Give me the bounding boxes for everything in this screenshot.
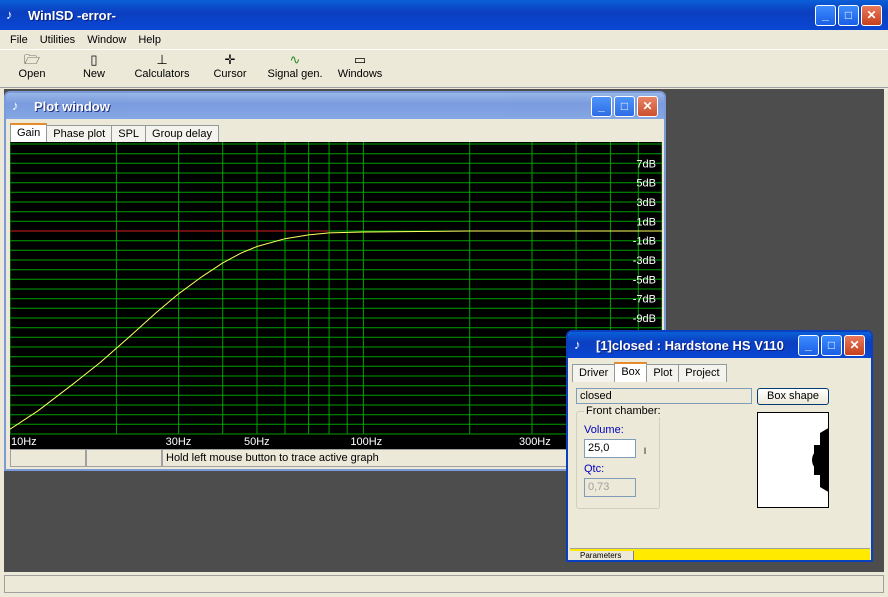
plot-minimize-button[interactable]: _: [591, 95, 612, 117]
y-tick-label: -9dB: [633, 313, 656, 325]
plot-status-cell-1: [10, 449, 86, 467]
app-icon: ♪: [6, 7, 13, 22]
maximize-button[interactable]: □: [838, 4, 859, 26]
window-icon: ▭: [353, 52, 367, 67]
new-document-icon: ▯: [90, 52, 98, 67]
menu-utilities[interactable]: Utilities: [34, 34, 81, 46]
tab-driver[interactable]: Driver: [572, 364, 616, 382]
calculators-button[interactable]: ⊥ Calculators: [132, 50, 192, 80]
windows-button[interactable]: ▭ Windows: [336, 50, 384, 80]
dialog-close-button[interactable]: ✕: [844, 334, 865, 356]
x-tick-label: 30Hz: [166, 436, 192, 448]
tab-gain[interactable]: Gain: [10, 123, 48, 143]
main-status-bar: [4, 575, 884, 593]
toolbar: 🗁 Open ▯ New ⊥ Calculators ✛ Cursor ∿ Signal …: [0, 50, 888, 88]
close-button[interactable]: ✕: [861, 4, 882, 26]
dialog-maximize-button[interactable]: □: [821, 334, 842, 356]
tab-plot[interactable]: Plot: [646, 364, 680, 382]
plot-tabs: Gain Phase plot SPL Group delay: [6, 119, 664, 143]
dialog-footer: Parameters: [570, 548, 870, 560]
dialog-tabs: Driver Box Plot Project: [568, 358, 871, 382]
qtc-input: 0,73: [584, 478, 636, 497]
new-button[interactable]: ▯ New: [70, 50, 118, 80]
menu-file[interactable]: File: [4, 34, 34, 46]
x-tick-label: 10Hz: [11, 436, 37, 448]
plot-status-cell-2: [86, 449, 162, 467]
tab-group-delay[interactable]: Group delay: [145, 125, 219, 143]
tab-spl[interactable]: SPL: [111, 125, 147, 143]
tab-phase-plot[interactable]: Phase plot: [46, 125, 113, 143]
x-tick-label: 300Hz: [519, 436, 551, 448]
plot-status-bar: Hold left mouse button to trace active g…: [10, 449, 662, 467]
y-tick-label: 3dB: [636, 197, 656, 209]
gain-curve: [10, 230, 662, 430]
volume-input[interactable]: 25,0: [584, 439, 636, 458]
speaker-icon: [812, 428, 828, 492]
dialog-minimize-button[interactable]: _: [798, 334, 819, 356]
parameters-tab[interactable]: Parameters: [570, 551, 634, 560]
menu-help[interactable]: Help: [132, 34, 167, 46]
y-tick-label: 1dB: [636, 216, 656, 228]
dialog-title: [1]closed : Hardstone HS V110: [596, 337, 784, 353]
main-title-bar: ♪ WinISD -error- _ □ ✕: [0, 0, 888, 30]
y-tick-label: 7dB: [636, 158, 656, 170]
dialog-icon: ♪: [574, 337, 581, 352]
app-title: WinISD -error-: [28, 7, 116, 23]
x-tick-label: 100Hz: [350, 436, 382, 448]
cursor-button[interactable]: ✛ Cursor: [206, 50, 254, 80]
x-tick-label: 50Hz: [244, 436, 270, 448]
gain-plot[interactable]: 7dB5dB3dB1dB-1dB-3dB-5dB-7dB-9dB-11dB-13…: [10, 142, 662, 449]
open-folder-icon: 🗁: [23, 52, 41, 67]
calculator-icon: ⊥: [156, 52, 168, 67]
plot-window-title-bar[interactable]: ♪ Plot window _ □ ✕: [6, 93, 664, 119]
menu-bar: File Utilities Window Help: [0, 30, 888, 50]
y-tick-label: 5dB: [636, 178, 656, 190]
dialog-title-bar[interactable]: ♪ [1]closed : Hardstone HS V110 _ □ ✕: [568, 332, 871, 358]
menu-window[interactable]: Window: [81, 34, 132, 46]
volume-unit: l: [644, 446, 646, 456]
box-shape-button[interactable]: Box shape: [757, 388, 829, 405]
front-chamber-label: Front chamber:: [584, 405, 663, 417]
gain-chart-svg: 7dB5dB3dB1dB-1dB-3dB-5dB-7dB-9dB-11dB-13…: [10, 142, 662, 448]
y-tick-label: -1dB: [633, 236, 656, 248]
y-tick-label: -5dB: [633, 274, 656, 286]
signal-gen-button[interactable]: ∿ Signal gen.: [267, 50, 322, 80]
qtc-label: Qtc:: [584, 463, 605, 475]
y-tick-label: -3dB: [633, 255, 656, 267]
tab-box[interactable]: Box: [614, 362, 648, 382]
crosshair-icon: ✛: [224, 52, 236, 67]
open-button[interactable]: 🗁 Open: [8, 50, 56, 80]
plot-window-title: Plot window: [34, 98, 110, 114]
tab-project[interactable]: Project: [678, 364, 727, 382]
y-tick-label: -7dB: [633, 294, 656, 306]
sine-wave-icon: ∿: [289, 52, 301, 67]
box-shape-preview: [757, 412, 829, 508]
plot-maximize-button[interactable]: □: [614, 95, 635, 117]
minimize-button[interactable]: _: [815, 4, 836, 26]
box-type-field: closed: [576, 388, 752, 404]
volume-label: Volume:: [584, 424, 624, 436]
plot-window-icon: ♪: [12, 98, 19, 113]
plot-close-button[interactable]: ✕: [637, 95, 658, 117]
box-dialog[interactable]: ♪ [1]closed : Hardstone HS V110 _ □ ✕ Dr…: [566, 330, 873, 562]
